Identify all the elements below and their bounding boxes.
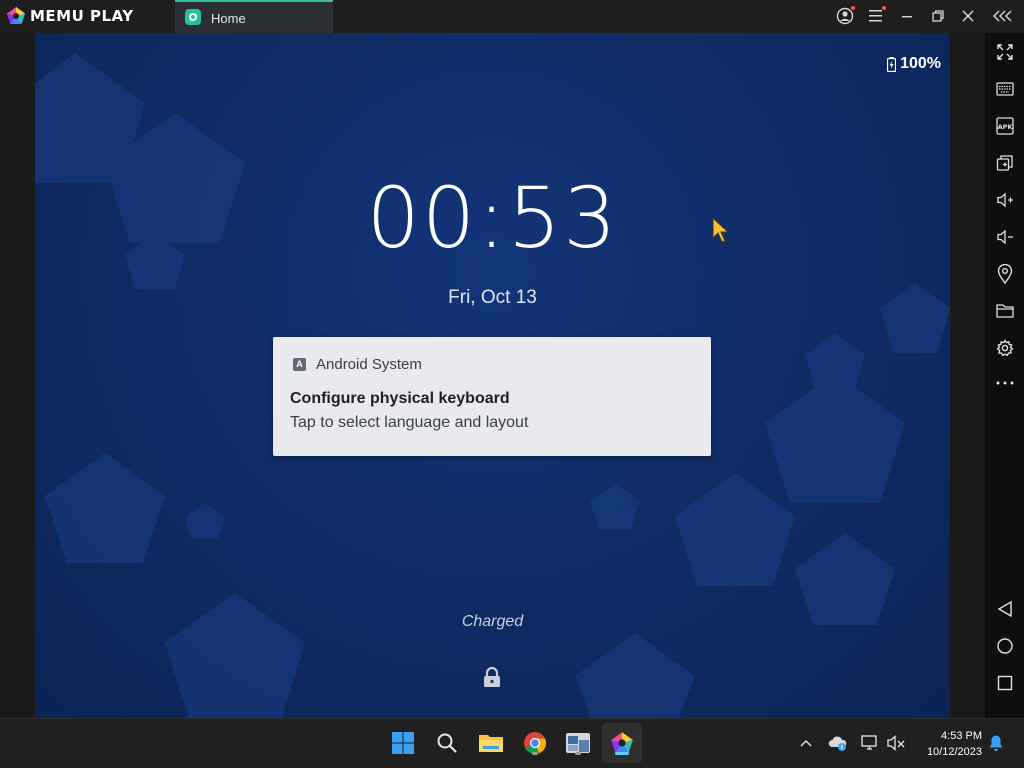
memu-logo-icon	[7, 7, 25, 24]
android-system-icon: A	[293, 358, 306, 371]
minimize-icon[interactable]	[897, 6, 917, 26]
right-gutter	[950, 33, 985, 718]
location-icon[interactable]	[994, 263, 1015, 284]
tab-home[interactable]: Home	[175, 0, 333, 33]
tab-label: Home	[211, 11, 246, 26]
fullscreen-icon[interactable]	[994, 41, 1015, 62]
volume-up-icon[interactable]	[994, 189, 1015, 210]
notification-text: Tap to select language and layout	[290, 414, 529, 431]
running-indicator	[532, 752, 538, 755]
notification-title: Configure physical keyboard	[290, 390, 510, 407]
android-lockscreen[interactable]: 100% 00:53 Fri, Oct 13 A Android System …	[35, 33, 950, 718]
home-icon[interactable]	[994, 635, 1015, 656]
network-icon[interactable]	[860, 733, 880, 753]
mouse-cursor-icon	[712, 217, 730, 243]
lockscreen-date: Fri, Oct 13	[448, 287, 537, 308]
folder-icon[interactable]	[994, 300, 1015, 321]
recents-icon[interactable]	[994, 672, 1015, 693]
lockscreen-clock: 00:53	[366, 169, 619, 267]
battery-percent: 100%	[900, 55, 941, 72]
app-brand: MEMU PLAY	[30, 7, 134, 25]
taskbar-clock[interactable]: 4:53 PM 10/12/2023	[912, 728, 982, 760]
settings-icon[interactable]	[994, 337, 1015, 358]
active-indicator	[615, 752, 629, 755]
notification-app-name: Android System	[316, 356, 422, 373]
battery-charging-icon	[887, 56, 897, 72]
lock-icon[interactable]	[482, 666, 502, 688]
more-icon[interactable]	[994, 372, 1015, 393]
notification-card[interactable]: A Android System Configure physical keyb…	[273, 337, 711, 456]
volume-muted-icon[interactable]	[886, 733, 906, 753]
onedrive-icon[interactable]	[828, 733, 848, 753]
left-gutter	[0, 33, 35, 718]
file-explorer-icon[interactable]	[477, 729, 505, 757]
running-indicator	[575, 752, 581, 755]
chevron-up-icon[interactable]	[796, 733, 816, 753]
windows-start-icon[interactable]	[389, 729, 417, 757]
menu-icon[interactable]	[866, 6, 886, 26]
title-bar: MEMU PLAY Home	[0, 0, 1024, 33]
notification-bell-icon[interactable]	[986, 733, 1006, 753]
close-icon[interactable]	[958, 6, 978, 26]
keyboard-icon[interactable]	[994, 78, 1015, 99]
multi-instance-icon[interactable]	[994, 152, 1015, 173]
svg-text:APK: APK	[997, 123, 1013, 131]
app-icon[interactable]	[564, 729, 592, 757]
back-icon[interactable]	[994, 598, 1015, 619]
windows-taskbar: 4:53 PM 10/12/2023	[0, 718, 1024, 768]
home-app-icon	[185, 9, 201, 25]
memu-icon[interactable]	[608, 729, 636, 757]
restore-icon[interactable]	[928, 6, 948, 26]
volume-down-icon[interactable]	[994, 226, 1015, 247]
chrome-icon[interactable]	[521, 729, 549, 757]
collapse-sidebar-icon[interactable]	[993, 6, 1013, 26]
charging-status: Charged	[461, 613, 524, 630]
account-icon[interactable]	[835, 6, 855, 26]
emulator-sidebar: APK	[985, 33, 1024, 718]
clock-date: 10/12/2023	[926, 746, 982, 758]
apk-icon[interactable]: APK	[994, 115, 1015, 136]
clock-time: 4:53 PM	[941, 730, 982, 742]
memu-window: MEMU PLAY Home 100% 00:53 Fri, Oct 13 A …	[0, 0, 1024, 768]
battery-status: 100%	[887, 55, 941, 73]
search-icon[interactable]	[433, 729, 461, 757]
